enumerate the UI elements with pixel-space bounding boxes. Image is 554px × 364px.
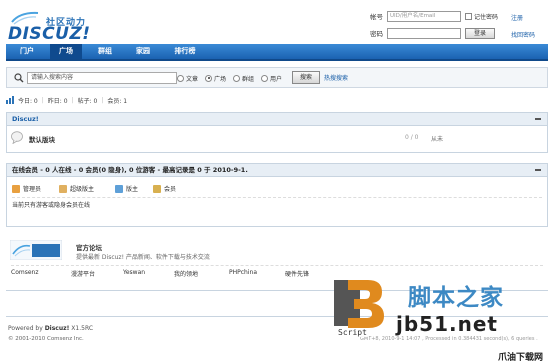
search-button[interactable]: 搜索 bbox=[292, 71, 320, 84]
online-members-panel: 在线会员 - 0 人在线 - 0 会员(0 隐身), 0 位游客 - 最高记录是… bbox=[6, 163, 548, 227]
logo-text: DISCUZ! bbox=[8, 24, 91, 44]
online-status-text: 当前只有游客或隐身会员在线 bbox=[12, 202, 91, 209]
powered-version: X1.5RC bbox=[71, 325, 94, 332]
collapse-icon[interactable] bbox=[535, 169, 541, 171]
search-icon bbox=[14, 73, 24, 83]
friend-link[interactable]: Yeswan bbox=[123, 269, 145, 276]
login-row-password: 密码 登录 bbox=[370, 27, 495, 39]
search-option-label: 群组 bbox=[242, 75, 255, 83]
footer-powered-by: Powered by Discuz! X1.5RC bbox=[8, 325, 93, 332]
member-user-icon bbox=[153, 184, 161, 193]
member-legend: 管理员 超级版主 版主 会员 bbox=[7, 177, 547, 197]
hot-search-link[interactable]: 热搜搜索 bbox=[324, 73, 348, 82]
friend-link[interactable]: 硬件先锋 bbox=[285, 269, 309, 278]
login-form: 帐号 UID/用户名/Email 记住密码 注册 密码 登录 找回密码 bbox=[370, 10, 550, 40]
radio-group[interactable] bbox=[233, 74, 240, 82]
admin-user-icon bbox=[12, 184, 20, 193]
powered-prefix: Powered by bbox=[8, 325, 43, 332]
search-input[interactable]: 请输入搜索内容 bbox=[27, 72, 177, 84]
watermark-script-label: Script bbox=[336, 328, 369, 337]
legend-label: 版主 bbox=[126, 186, 139, 193]
watermark-download-text: 爪油下载网 bbox=[498, 353, 544, 363]
official-forum-title[interactable]: 官方论坛 bbox=[76, 242, 102, 252]
search-option-group[interactable]: 群组 bbox=[233, 73, 254, 83]
forum-last-post: 从未 bbox=[431, 136, 444, 143]
friend-link[interactable]: 漫游平台 bbox=[71, 269, 95, 278]
stat-separator: | bbox=[71, 96, 74, 104]
watermark-url: jb51.net bbox=[396, 312, 498, 336]
nav-item-square[interactable]: 广场 bbox=[50, 44, 82, 59]
super-moderator-user-icon bbox=[59, 184, 67, 193]
stat-separator: | bbox=[41, 96, 44, 104]
account-input[interactable]: UID/用户名/Email bbox=[387, 10, 461, 22]
moderator-user-icon bbox=[115, 184, 123, 193]
password-label: 密码 bbox=[370, 30, 383, 38]
friend-link[interactable]: Comsenz bbox=[11, 269, 38, 276]
discuz-banner-logo[interactable] bbox=[10, 240, 62, 260]
radio-square[interactable] bbox=[205, 74, 212, 82]
legend-super-moderator: 超级版主 bbox=[59, 184, 94, 193]
friend-link[interactable]: 我的领地 bbox=[174, 269, 198, 278]
search-option-user[interactable]: 用户 bbox=[261, 73, 282, 83]
forum-bubble-icon bbox=[11, 131, 23, 144]
stat-posts: 帖子: 0 bbox=[77, 97, 98, 105]
nav-item-groups[interactable]: 群组 bbox=[90, 44, 120, 59]
category-title[interactable]: Discuz! bbox=[7, 113, 547, 126]
search-bar: 请输入搜索内容 文章 广场 群组 用户 搜索 热搜搜索 bbox=[6, 67, 548, 88]
stat-yesterday: 昨日: 0 bbox=[47, 97, 68, 105]
register-link[interactable]: 注册 bbox=[511, 13, 523, 22]
forum-name-link[interactable]: 默认版块 bbox=[29, 134, 55, 144]
remember-checkbox[interactable] bbox=[465, 12, 472, 20]
legend-moderator: 版主 bbox=[115, 184, 138, 193]
stat-today: 今日: 0 bbox=[18, 97, 38, 105]
search-option-label: 文章 bbox=[186, 75, 199, 83]
online-title-text: 在线会员 - 0 人在线 - 0 会员(0 隐身), 0 位游客 - 最高记录是… bbox=[12, 166, 248, 174]
friend-link[interactable]: PHPchina bbox=[229, 269, 257, 276]
online-title[interactable]: 在线会员 - 0 人在线 - 0 会员(0 隐身), 0 位游客 - 最高记录是… bbox=[7, 164, 547, 177]
forum-thread-count: 0 / 0 bbox=[405, 134, 419, 141]
legend-label: 管理员 bbox=[23, 186, 42, 193]
category-title-text: Discuz! bbox=[12, 115, 39, 123]
login-row-account: 帐号 UID/用户名/Email 记住密码 bbox=[370, 10, 498, 22]
password-input[interactable] bbox=[387, 27, 461, 39]
forgot-password-link[interactable]: 找回密码 bbox=[511, 30, 535, 39]
search-option-label: 广场 bbox=[214, 75, 227, 83]
powered-product-link[interactable]: Discuz! bbox=[45, 325, 70, 332]
jb51-logo-icon bbox=[334, 280, 384, 328]
legend-member: 会员 bbox=[153, 184, 176, 193]
legend-admin: 管理员 bbox=[12, 184, 41, 193]
search-option-article[interactable]: 文章 bbox=[177, 73, 198, 83]
footer-copyright: © 2001-2010 Comsenz Inc. bbox=[8, 336, 84, 342]
account-label: 帐号 bbox=[370, 13, 383, 21]
forum-row: 默认版块 0 / 0 从未 bbox=[7, 126, 547, 151]
stats-chart-icon bbox=[6, 96, 14, 104]
remember-label: 记住密码 bbox=[474, 13, 499, 21]
legend-label: 超级版主 bbox=[70, 186, 95, 193]
stat-separator: | bbox=[101, 96, 104, 104]
nav-item-portal[interactable]: 门户 bbox=[12, 44, 42, 59]
watermark-cn-text: 脚本之家 bbox=[408, 285, 504, 311]
radio-article[interactable] bbox=[177, 74, 184, 82]
login-button[interactable]: 登录 bbox=[465, 27, 495, 39]
stat-members: 会员: 1 bbox=[107, 97, 128, 105]
nav-item-home[interactable]: 家园 bbox=[128, 44, 158, 59]
main-nav: 门户 广场 群组 家园 排行榜 bbox=[6, 44, 548, 61]
search-option-label: 用户 bbox=[270, 75, 283, 83]
legend-label: 会员 bbox=[164, 186, 177, 193]
radio-user[interactable] bbox=[261, 74, 268, 82]
forum-category-panel: Discuz! 默认版块 0 / 0 从未 bbox=[6, 112, 548, 153]
collapse-icon[interactable] bbox=[535, 118, 541, 120]
official-forum-block: 官方论坛 提供最新 Discuz! 产品新闻、软件下载与技术交流 bbox=[6, 235, 548, 265]
watermark-overlay: Script 脚本之家 jb51.net 爪油下载网 bbox=[328, 272, 554, 364]
official-forum-desc: 提供最新 Discuz! 产品新闻、软件下载与技术交流 bbox=[76, 254, 210, 261]
nav-item-ranking[interactable]: 排行榜 bbox=[166, 44, 204, 59]
search-option-square[interactable]: 广场 bbox=[205, 73, 226, 83]
site-stats: 今日: 0 | 昨日: 0 | 帖子: 0 | 会员: 1 bbox=[6, 95, 306, 105]
site-logo[interactable]: 社区动力 DISCUZ! bbox=[6, 6, 116, 44]
